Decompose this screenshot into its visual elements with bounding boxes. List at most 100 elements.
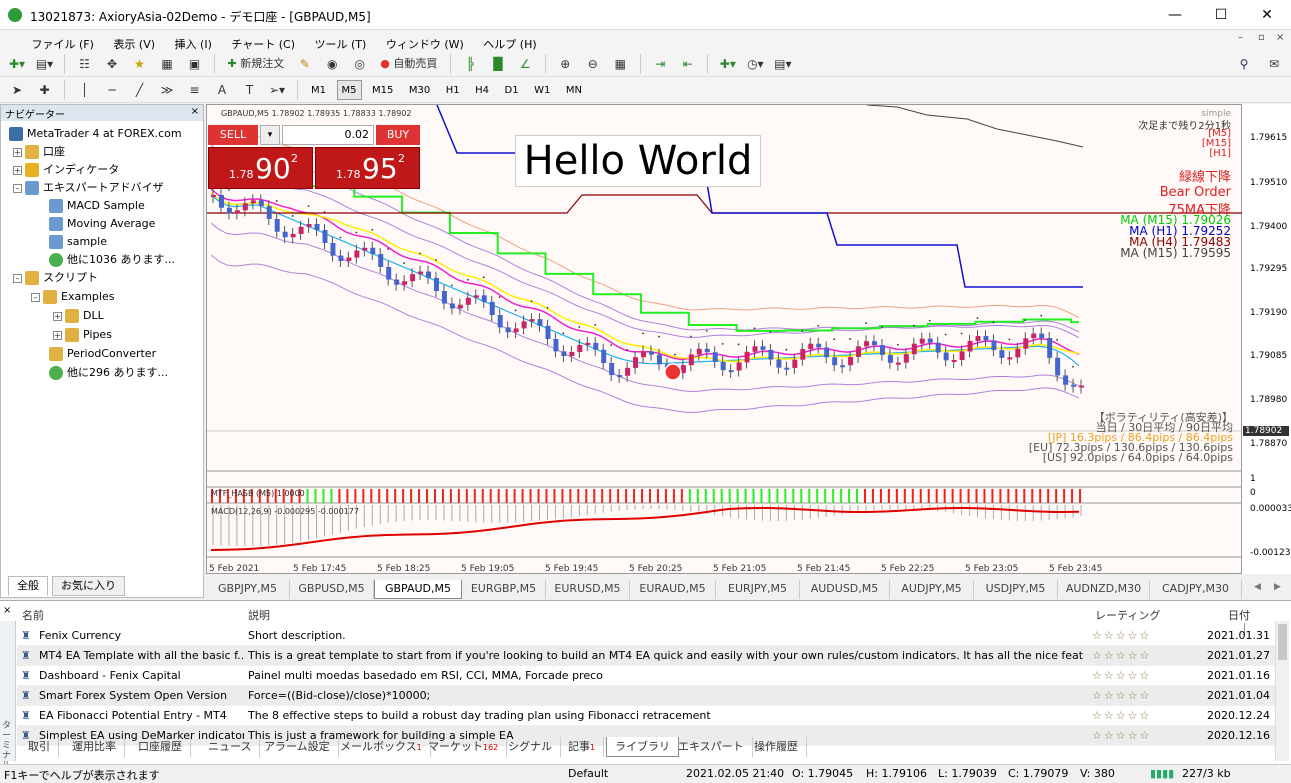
terminal-tab[interactable]: アラーム設定: [256, 737, 339, 757]
vertical-line-icon[interactable]: │: [74, 79, 96, 101]
timeframe-h4[interactable]: H4: [470, 80, 494, 100]
tree-ea-macd[interactable]: MACD Sample: [49, 197, 145, 215]
chart-tab-active[interactable]: GBPAUD,M5: [374, 580, 462, 599]
buy-button[interactable]: BUY: [376, 125, 420, 145]
library-row[interactable]: ♜ Fenix Currency Short description. ☆☆☆☆☆ 20…: [17, 626, 1275, 646]
navigator-tab-favorites[interactable]: お気に入り: [52, 576, 125, 596]
tree-ea-sample[interactable]: sample: [49, 233, 107, 251]
expand-icon[interactable]: +: [53, 330, 62, 340]
maximize-icon[interactable]: ☐: [1198, 0, 1244, 30]
metaeditor-icon[interactable]: ✎: [294, 53, 316, 75]
expand-icon[interactable]: +: [13, 165, 22, 175]
profiles-icon[interactable]: ▤▾: [34, 53, 56, 75]
navigator-icon[interactable]: ★: [129, 53, 151, 75]
zoom-in-icon[interactable]: ⊕: [554, 53, 576, 75]
lot-dropdown-icon[interactable]: ▾: [260, 125, 280, 145]
close-icon[interactable]: ✕: [1244, 0, 1290, 30]
terminal-tab[interactable]: エキスパート: [670, 737, 753, 757]
chart-tab[interactable]: AUDUSD,M5: [800, 580, 890, 599]
mdi-close-icon[interactable]: ×: [1276, 32, 1284, 43]
scroll-thumb[interactable]: [1278, 624, 1287, 660]
collapse-icon[interactable]: –: [31, 292, 40, 302]
library-row[interactable]: ♜ MT4 EA Template with all the basic f...…: [17, 646, 1275, 666]
lot-input[interactable]: 0.02: [282, 125, 374, 145]
scroll-right-icon[interactable]: ▶: [1274, 582, 1281, 592]
terminal-tab[interactable]: 取引: [20, 737, 59, 757]
timeframe-m5[interactable]: M5: [336, 80, 362, 100]
market-icon[interactable]: ◎: [349, 53, 371, 75]
terminal-tab[interactable]: シグナル: [500, 737, 561, 757]
tree-periodconverter[interactable]: PeriodConverter: [49, 345, 156, 363]
terminal-tab[interactable]: 口座履歴: [130, 737, 191, 757]
col-name[interactable]: 名前: [22, 607, 44, 623]
chart-window-icon[interactable]: [0, 30, 20, 48]
chart-shift-icon[interactable]: ⇤: [677, 53, 699, 75]
zoom-out-icon[interactable]: ⊖: [582, 53, 604, 75]
collapse-icon[interactable]: –: [13, 183, 22, 193]
signals-icon[interactable]: ◉: [321, 53, 343, 75]
timeframe-h1[interactable]: H1: [441, 80, 465, 100]
periods-icon[interactable]: ◷▾: [744, 53, 766, 75]
chart-tab[interactable]: GBPUSD,M5: [290, 580, 374, 599]
tester-icon[interactable]: ▣: [184, 53, 206, 75]
col-rating[interactable]: レーティング: [1095, 607, 1160, 623]
timeframe-m30[interactable]: M30: [404, 80, 435, 100]
line-chart-icon[interactable]: ∠: [514, 53, 536, 75]
chat-icon[interactable]: ✉: [1263, 53, 1285, 75]
chart-tab[interactable]: EURJPY,M5: [716, 580, 800, 599]
tree-scripts[interactable]: – スクリプト: [13, 269, 98, 287]
sell-button[interactable]: SELL: [208, 125, 258, 145]
mdi-minimize-icon[interactable]: –: [1238, 32, 1243, 43]
col-desc[interactable]: 説明: [248, 607, 270, 623]
shapes-icon[interactable]: ➢▾: [266, 79, 288, 101]
terminal-scrollbar[interactable]: [1275, 621, 1289, 761]
library-row[interactable]: ♜ Smart Forex System Open Version Force=((…: [17, 686, 1275, 706]
auto-trading-button[interactable]: ● 自動売買: [376, 53, 441, 75]
terminal-tab[interactable]: 記事1: [560, 737, 605, 757]
expand-icon[interactable]: +: [53, 311, 62, 321]
chart-tab[interactable]: CADJPY,M30: [1150, 580, 1242, 599]
chart-tab[interactable]: EURUSD,M5: [546, 580, 630, 599]
bid-price[interactable]: 1.78 90 2: [208, 147, 313, 189]
search-icon[interactable]: ⚲: [1233, 53, 1255, 75]
col-date[interactable]: 日付: [1228, 607, 1250, 623]
terminal-tab[interactable]: 運用比率: [64, 737, 125, 757]
trendline-icon[interactable]: ╱: [129, 79, 151, 101]
mdi-restore-icon[interactable]: ▫: [1258, 32, 1265, 43]
chart-tab[interactable]: AUDJPY,M5: [890, 580, 974, 599]
timeframe-mn[interactable]: MN: [561, 80, 587, 100]
minimize-icon[interactable]: —: [1152, 0, 1198, 30]
label-icon[interactable]: T: [239, 79, 261, 101]
collapse-icon[interactable]: –: [13, 273, 22, 283]
tree-dll[interactable]: + DLL: [53, 307, 104, 325]
tree-root[interactable]: MetaTrader 4 at FOREX.com: [9, 125, 182, 143]
terminal-tab[interactable]: マーケット162: [420, 737, 508, 757]
timeframe-m1[interactable]: M1: [306, 80, 331, 100]
navigator-close-icon[interactable]: ×: [191, 106, 199, 117]
chart-tab[interactable]: AUDNZD,M30: [1058, 580, 1150, 599]
crosshair-icon[interactable]: ✚: [34, 79, 56, 101]
text-icon[interactable]: A: [211, 79, 233, 101]
channel-icon[interactable]: ≫: [156, 79, 178, 101]
fibonacci-icon[interactable]: ≡: [184, 79, 206, 101]
tree-accounts[interactable]: + 口座: [13, 143, 65, 161]
cursor-icon[interactable]: ➤: [6, 79, 28, 101]
tree-experts[interactable]: – エキスパートアドバイザ: [13, 179, 164, 197]
auto-scroll-icon[interactable]: ⇥: [649, 53, 671, 75]
indicators-icon[interactable]: ✚▾: [717, 53, 739, 75]
terminal-tab[interactable]: メールボックス1: [332, 737, 431, 757]
terminal-icon[interactable]: ▦: [156, 53, 178, 75]
tile-windows-icon[interactable]: ▦: [609, 53, 631, 75]
new-order-button[interactable]: ✚ 新規注文: [224, 53, 289, 75]
tree-pipes[interactable]: + Pipes: [53, 326, 112, 344]
terminal-tab[interactable]: ニュース: [200, 737, 261, 757]
tree-scripts-more[interactable]: 他に296 あります...: [49, 364, 168, 382]
library-row[interactable]: ♜ Dashboard - Fenix Capital Painel multi m…: [17, 666, 1275, 686]
scroll-left-icon[interactable]: ◀: [1254, 582, 1261, 592]
new-chart-icon[interactable]: ✚▾: [6, 53, 28, 75]
expand-icon[interactable]: +: [13, 147, 22, 157]
chart-tab[interactable]: EURGBP,M5: [462, 580, 546, 599]
terminal-tab[interactable]: ライブラリ: [606, 737, 679, 757]
data-window-icon[interactable]: ✥: [101, 53, 123, 75]
tree-examples[interactable]: – Examples: [31, 288, 114, 306]
